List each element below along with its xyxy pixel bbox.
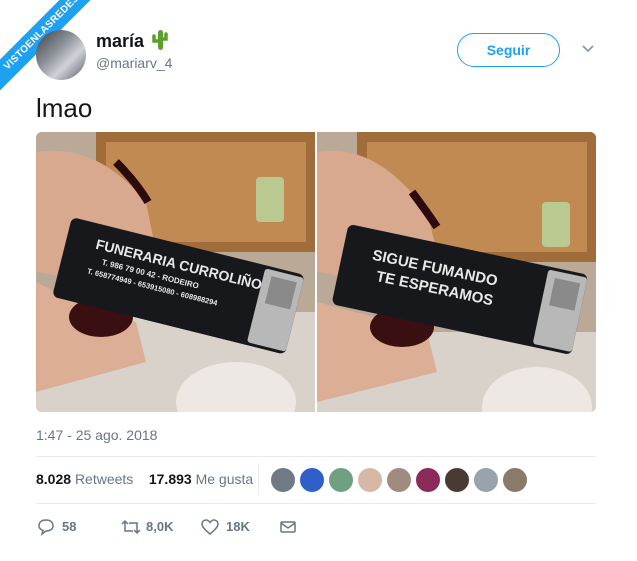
reply-icon xyxy=(38,519,54,536)
likes-label[interactable]: Me gusta xyxy=(196,471,254,487)
liker-avatar[interactable] xyxy=(386,467,412,493)
envelope-icon xyxy=(280,521,296,533)
liker-avatar[interactable] xyxy=(444,467,470,493)
stats-separator xyxy=(258,463,259,495)
avatar[interactable] xyxy=(36,30,86,80)
heart-icon xyxy=(201,519,219,535)
tweet-text: lmao xyxy=(36,93,93,123)
liker-avatar[interactable] xyxy=(502,467,528,493)
retweets-label[interactable]: Retweets xyxy=(75,471,133,487)
reply-count: 58 xyxy=(62,519,77,534)
photo-1-image: FUNERARIA CURROLIÑO T. 986 79 00 42 - RO… xyxy=(36,132,315,412)
photo-2-image: SIGUE FUMANDO TE ESPERAMOS xyxy=(317,132,596,412)
liker-avatar[interactable] xyxy=(357,467,383,493)
retweet-icon xyxy=(121,519,141,535)
photo-1[interactable]: FUNERARIA CURROLIÑO T. 986 79 00 42 - RO… xyxy=(36,132,315,412)
divider-top xyxy=(36,456,596,457)
liker-avatar[interactable] xyxy=(415,467,441,493)
cactus-icon xyxy=(152,30,168,50)
like-count: 18K xyxy=(226,519,250,534)
liker-avatar[interactable] xyxy=(299,467,325,493)
liker-avatar[interactable] xyxy=(270,467,296,493)
divider-bottom xyxy=(36,503,596,504)
likes-count[interactable]: 17.893 xyxy=(149,471,192,487)
follow-button[interactable]: Seguir xyxy=(457,33,560,67)
timestamp[interactable]: 1:47 - 25 ago. 2018 xyxy=(36,427,157,443)
photo-2[interactable]: SIGUE FUMANDO TE ESPERAMOS xyxy=(317,132,596,412)
author-handle[interactable]: @mariarv_4 xyxy=(96,55,172,71)
chevron-down-icon[interactable] xyxy=(581,44,595,54)
photo-grid: FUNERARIA CURROLIÑO T. 986 79 00 42 - RO… xyxy=(36,132,596,412)
author-name[interactable]: maría xyxy=(96,31,144,52)
liker-avatar[interactable] xyxy=(328,467,354,493)
retweets-count[interactable]: 8.028 xyxy=(36,471,71,487)
liker-avatar[interactable] xyxy=(473,467,499,493)
engagement-stats: 8.028 Retweets 17.893 Me gusta xyxy=(36,471,253,487)
retweet-count: 8,0K xyxy=(146,519,174,534)
